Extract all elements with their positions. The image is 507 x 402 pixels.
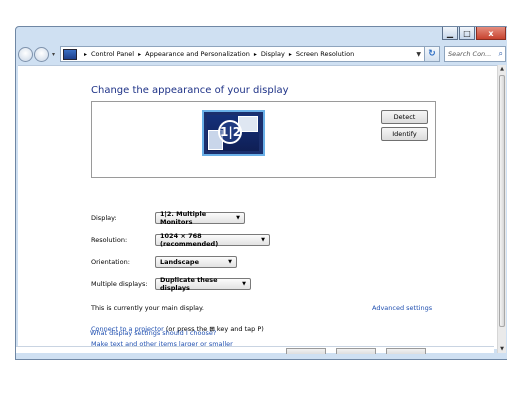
display-label: Display:: [91, 214, 117, 222]
breadcrumb-separator[interactable]: ▸: [84, 51, 87, 58]
monitor-preview-area: 1|2 Detect Identify: [91, 101, 436, 178]
dialog-button[interactable]: [386, 348, 426, 354]
bottom-button-strip: [16, 346, 494, 354]
breadcrumb-control-panel[interactable]: Control Panel: [91, 50, 134, 58]
search-input[interactable]: Search Con... ⌕: [444, 46, 506, 62]
multiple-displays-label: Multiple displays:: [91, 280, 148, 288]
window-caption-buttons: ▁ □ x: [441, 27, 506, 43]
advanced-settings-link[interactable]: Advanced settings: [372, 304, 432, 312]
breadcrumb-separator[interactable]: ▸: [254, 51, 257, 58]
recent-pages-dropdown[interactable]: ▾: [52, 51, 58, 58]
display-value: 1|2. Multiple Monitors: [160, 210, 207, 226]
scroll-up-icon[interactable]: ▲: [498, 65, 506, 73]
multiple-displays-row: Multiple displays: Duplicate these displ…: [91, 276, 251, 292]
page-title: Change the appearance of your display: [91, 85, 289, 96]
address-dropdown-icon[interactable]: ▼: [416, 51, 421, 58]
search-placeholder: Search Con...: [448, 50, 492, 58]
dialog-button[interactable]: [286, 348, 326, 354]
resolution-label: Resolution:: [91, 236, 128, 244]
multiple-displays-select[interactable]: Duplicate these displays ▼: [155, 276, 251, 292]
forward-button[interactable]: [34, 46, 49, 62]
dialog-button[interactable]: [336, 348, 376, 354]
resolution-row: Resolution: 1024 × 768 (recommended) ▼: [91, 232, 270, 248]
main-display-text: This is currently your main display.: [91, 304, 204, 312]
control-panel-window: ▁ □ x ▾ ▸ Control Panel ▸ Appearance and…: [15, 26, 507, 360]
navigation-toolbar: ▾ ▸ Control Panel ▸ Appearance and Perso…: [18, 44, 506, 64]
monitor-1-2-icon[interactable]: 1|2: [202, 110, 265, 156]
scrollbar-thumb[interactable]: [499, 75, 505, 327]
chevron-down-icon: ▼: [228, 259, 232, 265]
maximize-button[interactable]: □: [459, 27, 475, 40]
address-bar[interactable]: ▸ Control Panel ▸ Appearance and Persona…: [60, 46, 425, 62]
resolution-select[interactable]: 1024 × 768 (recommended) ▼: [155, 232, 270, 248]
chevron-down-icon: ▼: [242, 281, 246, 287]
minimize-button[interactable]: ▁: [442, 27, 458, 40]
control-panel-icon: [63, 48, 77, 60]
refresh-icon[interactable]: ↻: [424, 46, 440, 62]
breadcrumb-screen-resolution[interactable]: Screen Resolution: [296, 50, 354, 58]
chevron-down-icon: ▼: [236, 215, 240, 221]
orientation-value: Landscape: [160, 258, 199, 266]
monitor-number-badge: 1|2: [218, 120, 242, 144]
multiple-displays-value: Duplicate these displays: [160, 276, 218, 292]
scroll-down-icon[interactable]: ▼: [498, 345, 506, 353]
breadcrumb-separator[interactable]: ▸: [289, 51, 292, 58]
breadcrumb-separator[interactable]: ▸: [138, 51, 141, 58]
display-select[interactable]: 1|2. Multiple Monitors ▼: [155, 210, 245, 226]
orientation-select[interactable]: Landscape ▼: [155, 256, 237, 268]
main-content: Change the appearance of your display 1|…: [18, 65, 499, 349]
projector-key-hint: key and tap P): [216, 325, 264, 333]
search-icon[interactable]: ⌕: [499, 49, 503, 59]
orientation-row: Orientation: Landscape ▼: [91, 255, 237, 269]
resolution-value: 1024 × 768 (recommended): [160, 232, 219, 248]
vertical-scrollbar[interactable]: ▲ ▼: [497, 65, 506, 353]
chevron-down-icon: ▼: [261, 237, 265, 243]
close-button[interactable]: x: [476, 27, 506, 40]
identify-button[interactable]: Identify: [381, 127, 428, 141]
display-row: Display: 1|2. Multiple Monitors ▼: [91, 210, 245, 226]
back-button[interactable]: [18, 46, 33, 62]
help-link[interactable]: What display settings should I choose?: [90, 329, 216, 337]
breadcrumb-display[interactable]: Display: [261, 50, 285, 58]
breadcrumb-appearance[interactable]: Appearance and Personalization: [145, 50, 250, 58]
detect-button[interactable]: Detect: [381, 110, 428, 124]
orientation-label: Orientation:: [91, 258, 130, 266]
